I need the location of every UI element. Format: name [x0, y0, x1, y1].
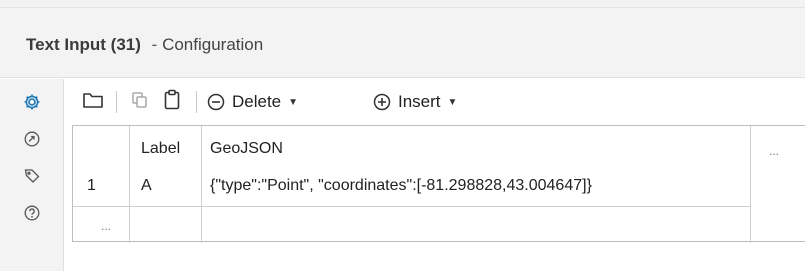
- title-separator: -: [151, 35, 158, 54]
- delete-label: Delete: [232, 92, 282, 111]
- column-divider: [201, 126, 202, 243]
- new-row-marker[interactable]: ...: [101, 219, 111, 233]
- section-name: Configuration: [162, 35, 264, 54]
- header-more-button[interactable]: ...: [769, 144, 779, 158]
- paste-button[interactable]: [162, 89, 182, 115]
- tool-name: Text Input (31): [26, 35, 141, 54]
- chevron-down-icon: ▼: [447, 96, 458, 108]
- help-icon[interactable]: [23, 204, 41, 222]
- insert-label: Insert: [398, 92, 441, 111]
- config-header: Text Input (31) - Configuration: [0, 8, 805, 78]
- toolbar-divider: [116, 91, 117, 113]
- clipboard-icon: [162, 89, 182, 116]
- toolbar-divider: [196, 91, 197, 113]
- config-main: Delete ▼ Insert ▼ Label GeoJSON ... 1 A: [64, 79, 805, 271]
- gear-icon[interactable]: [23, 93, 41, 111]
- column-divider: [750, 126, 751, 243]
- column-divider: [129, 126, 130, 243]
- row-divider: [73, 206, 750, 207]
- minus-circle-icon: [206, 92, 226, 112]
- config-sidebar: [0, 79, 64, 271]
- chevron-down-icon: ▼: [288, 96, 299, 108]
- copy-icon: [130, 90, 150, 115]
- plus-circle-icon: [372, 92, 392, 112]
- tag-icon[interactable]: [23, 167, 41, 185]
- row-number: 1: [87, 177, 96, 194]
- config-title: Text Input (31) - Configuration: [26, 35, 263, 55]
- connection-icon[interactable]: [23, 130, 41, 148]
- grid-toolbar: Delete ▼ Insert ▼: [64, 79, 805, 125]
- insert-button[interactable]: Insert ▼: [372, 89, 457, 115]
- column-header-label[interactable]: Label: [141, 140, 180, 158]
- window-top-strip: [0, 0, 805, 8]
- cell-label[interactable]: A: [141, 177, 152, 195]
- delete-button[interactable]: Delete ▼: [206, 89, 298, 115]
- copy-button[interactable]: [130, 89, 150, 115]
- column-header-geojson[interactable]: GeoJSON: [210, 140, 283, 158]
- folder-icon: [82, 90, 104, 115]
- cell-geojson[interactable]: {"type":"Point", "coordinates":[-81.2988…: [210, 177, 592, 195]
- open-folder-button[interactable]: [82, 89, 104, 115]
- data-grid: Label GeoJSON ... 1 A {"type":"Point", "…: [72, 125, 805, 243]
